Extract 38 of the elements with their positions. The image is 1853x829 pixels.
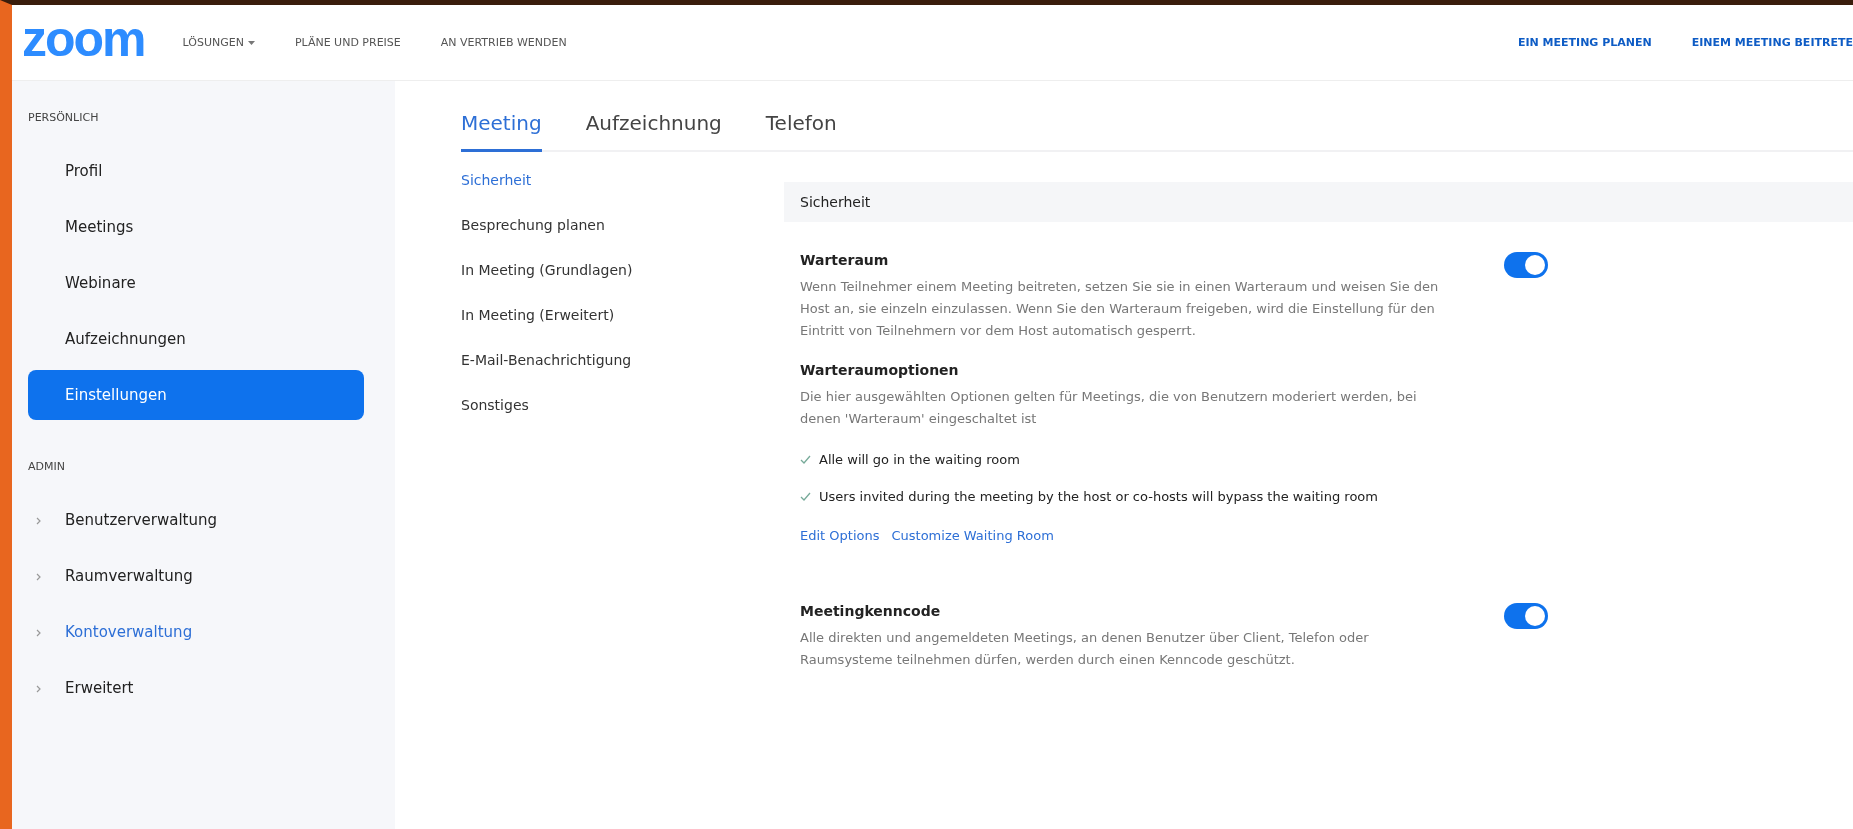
sidebar-item[interactable]: Webinare bbox=[28, 258, 379, 308]
sidebar-item[interactable]: Benutzerverwaltung bbox=[28, 495, 379, 545]
subnav-link[interactable]: E-Mail-Benachrichtigung bbox=[461, 352, 784, 368]
setting-description: Die hier ausgewählten Optionen gelten für Meetings, die von Benutzern moderiert werden, bei denen 'Warteraum' eingeschaltet ist bbox=[800, 388, 1418, 428]
toggle-switch[interactable] bbox=[1504, 603, 1548, 629]
header-link[interactable]: EINEM MEETING BEITRETE bbox=[1691, 36, 1853, 49]
setting-description: Wenn Teilnehmer einem Meeting beitreten, setzen Sie sie in einen Warteraum und weisen Sie den Host an, sie einzeln einzulassen. Wenn Sie den Warteraum freigeben, wird die Einstellung für den Eintritt von Teilnehmern vor dem Host automatisch gesperrt. bbox=[800, 278, 1440, 340]
nav-link[interactable]: AN VERTRIEB WENDEN bbox=[440, 36, 567, 49]
sidebar-item[interactable]: Kontoverwaltung bbox=[28, 607, 379, 657]
nav-link[interactable]: LÖSUNGEN bbox=[182, 36, 255, 49]
section-label: PERSÖNLICH bbox=[28, 111, 100, 124]
subnav-link[interactable]: Sicherheit bbox=[461, 172, 784, 188]
sidebar-item[interactable]: Einstellungen bbox=[28, 370, 364, 420]
subnav-link[interactable]: Besprechung planen bbox=[461, 217, 784, 233]
setting-title: Warteraum bbox=[800, 252, 890, 268]
subnav-link[interactable]: In Meeting (Grundlagen) bbox=[461, 262, 784, 278]
option-label: Users invited during the meeting by the host or co-hosts will bypass the waiting room bbox=[819, 489, 1378, 504]
sidebar-item[interactable]: Profil bbox=[28, 146, 379, 196]
sidebar-item[interactable]: Meetings bbox=[28, 202, 379, 252]
setting-title: Warteraumoptionen bbox=[800, 362, 960, 378]
header-link[interactable]: EIN MEETING PLANEN bbox=[1517, 36, 1652, 49]
sidebar-item[interactable]: Raumverwaltung bbox=[28, 551, 379, 601]
tab[interactable]: Telefon bbox=[765, 101, 837, 152]
option-link[interactable]: Edit Options bbox=[800, 528, 880, 543]
tab[interactable]: Aufzeichnung bbox=[585, 101, 722, 152]
subnav-link[interactable]: Sonstiges bbox=[461, 397, 784, 413]
option-label: Alle will go in the waiting room bbox=[819, 452, 1020, 467]
sidebar-item[interactable]: Aufzeichnungen bbox=[28, 314, 379, 364]
setting-description: Alle direkten und angemeldeten Meetings, an denen Benutzer über Client, Telefon oder Raumsysteme teilnehmen dürfen, werden durch einen Kenncode geschützt. bbox=[800, 629, 1370, 669]
section-header: Sicherheit bbox=[784, 182, 1853, 222]
setting-title: Meetingkenncode bbox=[800, 603, 942, 619]
sidebar-item[interactable]: Erweitert bbox=[28, 663, 379, 713]
tab[interactable]: Meeting bbox=[461, 101, 542, 152]
option-link[interactable]: Customize Waiting Room bbox=[891, 528, 1054, 543]
subnav-link[interactable]: In Meeting (Erweitert) bbox=[461, 307, 784, 323]
section-label: ADMIN bbox=[28, 460, 66, 473]
nav-link[interactable]: PLÄNE UND PREISE bbox=[294, 36, 401, 49]
toggle-switch[interactable] bbox=[1504, 252, 1548, 278]
